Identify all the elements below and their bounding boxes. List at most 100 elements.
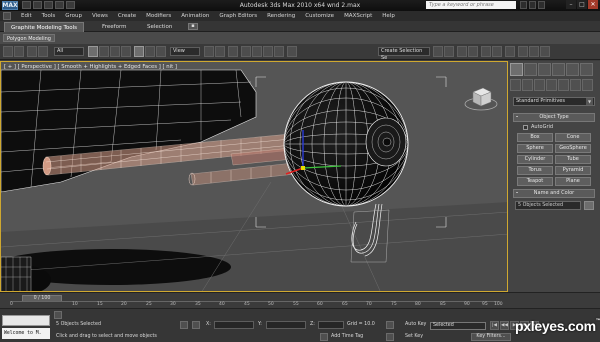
maximize-button[interactable]: □ bbox=[577, 0, 587, 9]
move-icon[interactable] bbox=[134, 46, 144, 57]
primitive-category-dropdown[interactable]: Standard Primitives ▼ bbox=[513, 97, 595, 106]
tab-graphite-modeling-tools[interactable]: Graphite Modeling Tools bbox=[4, 22, 85, 32]
motion-tab-icon[interactable] bbox=[552, 63, 565, 76]
tab-selection[interactable]: Selection bbox=[141, 22, 178, 32]
close-button[interactable]: ✕ bbox=[588, 0, 598, 9]
manipulate-icon[interactable] bbox=[215, 46, 225, 57]
mirror-icon[interactable] bbox=[433, 46, 443, 57]
object-color-swatch[interactable] bbox=[584, 201, 594, 210]
keyboard-shortcut-icon[interactable] bbox=[228, 46, 238, 57]
menu-animation[interactable]: Animation bbox=[181, 13, 209, 19]
render-production-icon[interactable] bbox=[540, 46, 550, 57]
schematic-view-icon[interactable] bbox=[492, 46, 502, 57]
plane-button[interactable]: Plane bbox=[555, 177, 591, 186]
selection-filter-dropdown[interactable]: All bbox=[54, 47, 84, 56]
object-name-field[interactable]: 5 Objects Selected bbox=[515, 201, 581, 210]
rectangle-selection-icon[interactable] bbox=[110, 46, 120, 57]
add-time-tag-button[interactable]: Add Time Tag bbox=[331, 334, 363, 339]
help-icon[interactable] bbox=[538, 1, 545, 9]
polygon-modeling-panel[interactable]: Polygon Modeling bbox=[3, 34, 55, 42]
angle-snap-icon[interactable] bbox=[252, 46, 262, 57]
maxscript-listener-top[interactable] bbox=[2, 315, 50, 326]
layer-manager-icon[interactable] bbox=[457, 46, 467, 57]
menu-modifiers[interactable]: Modifiers bbox=[146, 13, 171, 19]
maxscript-mini-listener[interactable]: Welcome to M. bbox=[2, 328, 50, 339]
x-coordinate-field[interactable] bbox=[214, 321, 254, 329]
geosphere-button[interactable]: GeoSphere bbox=[555, 144, 591, 153]
time-tag-icon[interactable] bbox=[320, 333, 328, 341]
spinner-snap-icon[interactable] bbox=[274, 46, 284, 57]
pivot-icon[interactable] bbox=[204, 46, 214, 57]
application-menu-icon[interactable] bbox=[3, 12, 11, 20]
lights-icon[interactable] bbox=[534, 79, 545, 91]
torus-button[interactable]: Torus bbox=[517, 166, 553, 175]
undo-button[interactable] bbox=[3, 46, 13, 57]
edit-named-selection-icon[interactable] bbox=[287, 46, 297, 57]
geometry-icon[interactable] bbox=[510, 79, 521, 91]
graphite-toggle-icon[interactable] bbox=[468, 46, 478, 57]
previous-frame-button[interactable]: ◀◀ bbox=[500, 321, 509, 330]
box-button[interactable]: Box bbox=[517, 133, 553, 142]
snaps-toggle-icon[interactable] bbox=[241, 46, 251, 57]
helpers-icon[interactable] bbox=[558, 79, 569, 91]
menu-maxscript[interactable]: MAXScript bbox=[344, 13, 372, 19]
viewcube-icon[interactable] bbox=[463, 82, 499, 112]
sphere-button[interactable]: Sphere bbox=[517, 144, 553, 153]
menu-help[interactable]: Help bbox=[382, 13, 395, 19]
select-by-name-icon[interactable] bbox=[99, 46, 109, 57]
menu-views[interactable]: Views bbox=[92, 13, 108, 19]
reference-coordinate-dropdown[interactable]: View bbox=[170, 47, 200, 56]
menu-customize[interactable]: Customize bbox=[305, 13, 334, 19]
render-setup-icon[interactable] bbox=[518, 46, 528, 57]
key-mode-dropdown[interactable]: Selected bbox=[430, 322, 486, 330]
tube-button[interactable]: Tube bbox=[555, 155, 591, 164]
rendered-frame-icon[interactable] bbox=[529, 46, 539, 57]
window-crossing-icon[interactable] bbox=[121, 46, 131, 57]
go-to-start-button[interactable]: |◀ bbox=[490, 321, 499, 330]
absolute-mode-icon[interactable] bbox=[192, 321, 200, 329]
search-input[interactable]: Type a keyword or phrase bbox=[426, 1, 516, 9]
minimize-button[interactable]: – bbox=[566, 0, 576, 9]
viewport-label[interactable]: [ + ] [ Perspective ] [ Smooth + Highlig… bbox=[4, 64, 177, 70]
menu-graph-editors[interactable]: Graph Editors bbox=[219, 13, 257, 19]
display-tab-icon[interactable] bbox=[566, 63, 579, 76]
key-filters-button[interactable]: Key Filters... bbox=[471, 333, 511, 341]
create-tab-icon[interactable] bbox=[510, 63, 523, 76]
z-coordinate-field[interactable] bbox=[318, 321, 344, 329]
modify-tab-icon[interactable] bbox=[524, 63, 537, 76]
object-type-rollout[interactable]: - Object Type bbox=[513, 113, 595, 122]
lock-icon[interactable] bbox=[180, 321, 188, 329]
cylinder-button[interactable]: Cylinder bbox=[517, 155, 553, 164]
menu-create[interactable]: Create bbox=[118, 13, 136, 19]
cone-button[interactable]: Cone bbox=[555, 133, 591, 142]
menu-rendering[interactable]: Rendering bbox=[267, 13, 295, 19]
auto-key-button[interactable]: Auto Key bbox=[405, 322, 426, 327]
shapes-icon[interactable] bbox=[522, 79, 533, 91]
teapot-button[interactable]: Teapot bbox=[517, 177, 553, 186]
selection-lock-icon[interactable] bbox=[54, 311, 62, 319]
autogrid-checkbox[interactable]: AutoGrid bbox=[523, 124, 553, 130]
menu-edit[interactable]: Edit bbox=[21, 13, 32, 19]
curve-editor-icon[interactable] bbox=[481, 46, 491, 57]
star-icon[interactable] bbox=[529, 1, 536, 9]
space-warps-icon[interactable] bbox=[570, 79, 581, 91]
pyramid-button[interactable]: Pyramid bbox=[555, 166, 591, 175]
key-icon[interactable] bbox=[386, 321, 394, 329]
set-key-icon[interactable] bbox=[386, 333, 394, 341]
menu-group[interactable]: Group bbox=[65, 13, 82, 19]
rotate-icon[interactable] bbox=[145, 46, 155, 57]
systems-icon[interactable] bbox=[582, 79, 593, 91]
hierarchy-tab-icon[interactable] bbox=[538, 63, 551, 76]
redo-button[interactable] bbox=[14, 46, 24, 57]
perspective-viewport[interactable]: [ + ] [ Perspective ] [ Smooth + Highlig… bbox=[0, 61, 508, 292]
scale-icon[interactable] bbox=[156, 46, 166, 57]
material-editor-icon[interactable] bbox=[505, 46, 515, 57]
link-icon[interactable] bbox=[27, 46, 37, 57]
named-selection-sets-dropdown[interactable]: Create Selection Se bbox=[378, 47, 430, 61]
ribbon-minimize-button[interactable]: ▪ bbox=[188, 23, 198, 30]
unlink-icon[interactable] bbox=[38, 46, 48, 57]
percent-snap-icon[interactable] bbox=[263, 46, 273, 57]
cameras-icon[interactable] bbox=[546, 79, 557, 91]
menu-tools[interactable]: Tools bbox=[42, 13, 56, 19]
tab-freeform[interactable]: Freeform bbox=[96, 22, 133, 32]
